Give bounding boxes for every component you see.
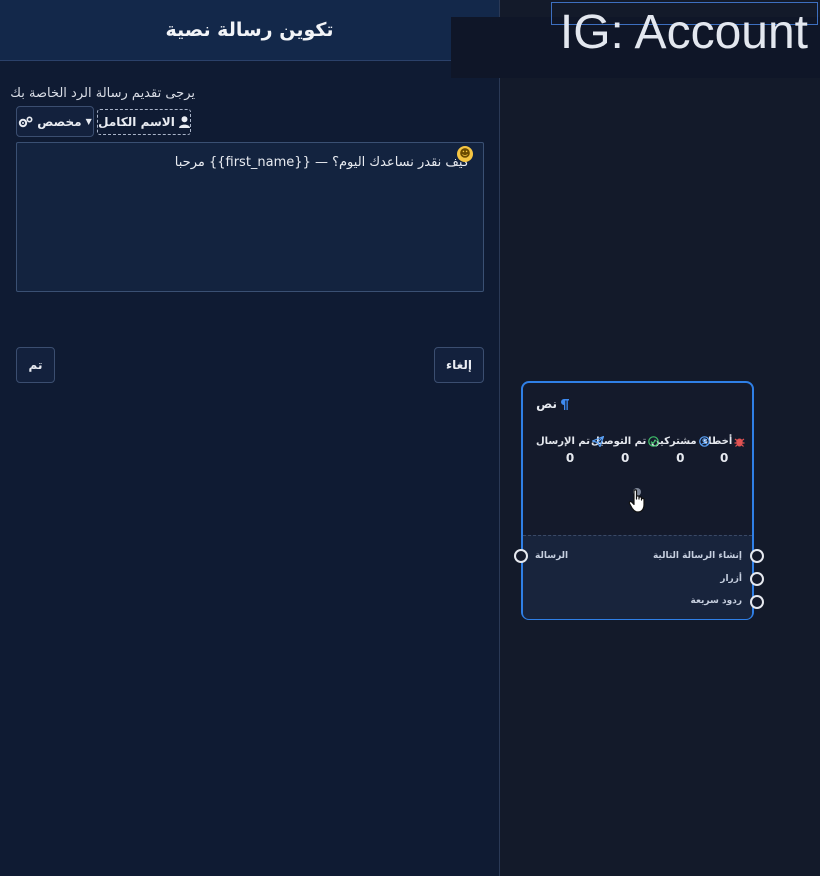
- paragraph-icon: [561, 398, 569, 410]
- user-circle-icon: [698, 436, 710, 447]
- panel-title: تكوين رسالة نصية: [165, 19, 334, 41]
- paper-plane-icon: [591, 436, 604, 447]
- stat-subscribers: مشتركين 0: [651, 436, 710, 465]
- custom-dropdown-button[interactable]: مخصص ▼: [16, 106, 94, 137]
- caret-down-icon: ▼: [85, 117, 92, 126]
- bug-icon: [734, 438, 745, 447]
- canvas-title: IG: Account: [559, 6, 808, 59]
- config-panel: تكوين رسالة نصية يرجى تقديم رسالة الرد ا…: [0, 0, 500, 876]
- port-label-quick-replies: ردود سريعة: [690, 596, 742, 606]
- stat-value: 0: [676, 451, 685, 465]
- hand-cursor-icon: [628, 489, 645, 513]
- stat-label: تم الإرسال: [536, 436, 590, 447]
- insert-fullname-button[interactable]: الاسم الكامل: [97, 109, 191, 135]
- stat-sent: تم الإرسال 0: [536, 436, 604, 465]
- input-port[interactable]: [514, 549, 528, 563]
- custom-button-label: مخصص: [37, 114, 82, 129]
- next-message-port[interactable]: [750, 549, 764, 563]
- message-input[interactable]: كيف نقدر نساعدك اليوم؟ — {{first_name}} …: [16, 142, 484, 292]
- node-header: نص: [536, 397, 569, 411]
- node-title: نص: [536, 397, 557, 411]
- emoji-picker-icon[interactable]: ☻: [457, 146, 473, 162]
- fullname-button-label: الاسم الكامل: [98, 115, 175, 129]
- instruction-text: يرجى تقديم رسالة الرد الخاصة بك: [10, 86, 195, 101]
- port-label-buttons: أزرار: [720, 574, 742, 584]
- node-ports: الرسالة إنشاء الرسالة التالية أزرار ردود…: [523, 535, 752, 619]
- check-circle-icon: [648, 436, 660, 447]
- cancel-button[interactable]: إلغاء: [434, 347, 484, 383]
- stat-value: 0: [620, 451, 630, 465]
- user-icon: [178, 116, 190, 128]
- gears-icon: [19, 115, 33, 127]
- port-label-input: الرسالة: [535, 551, 569, 561]
- stat-value: 0: [719, 451, 729, 465]
- stat-value: 0: [565, 451, 575, 465]
- done-button[interactable]: تم: [16, 347, 55, 383]
- buttons-port[interactable]: [750, 572, 764, 586]
- quick-replies-port[interactable]: [750, 595, 764, 609]
- panel-header: تكوين رسالة نصية: [0, 0, 499, 61]
- port-label-next-message: إنشاء الرسالة التالية: [652, 551, 742, 561]
